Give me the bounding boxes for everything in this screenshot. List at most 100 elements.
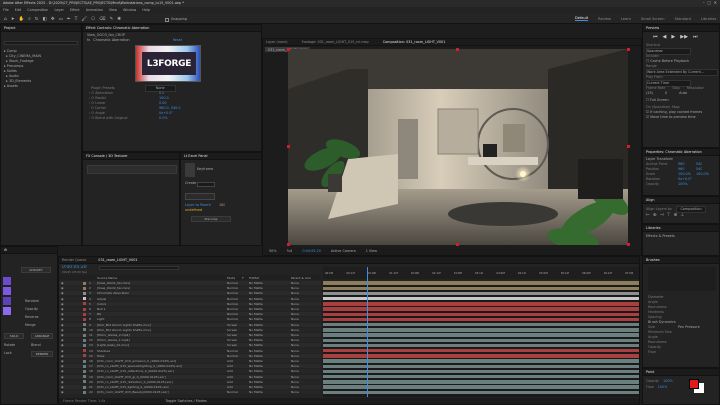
- align-target-dropdown[interactable]: Composition: [676, 206, 706, 213]
- layer-trkmat-dropdown[interactable]: No Matte: [249, 385, 263, 389]
- layer-parent-dropdown[interactable]: None: [291, 328, 299, 332]
- layer-mode-dropdown[interactable]: Screen: [227, 323, 237, 327]
- layer-duration-bar[interactable]: [323, 297, 639, 301]
- layer-parent-dropdown[interactable]: None: [291, 390, 299, 394]
- menu-file[interactable]: File: [3, 8, 9, 13]
- layer-mode-dropdown[interactable]: Normal: [227, 307, 238, 311]
- toggle-switches-modes[interactable]: Toggle Switches / Modes: [165, 399, 206, 404]
- transform-handle[interactable]: [627, 48, 630, 51]
- workspace-review[interactable]: Review: [598, 17, 611, 21]
- composition-timecode[interactable]: 0:00:05:20: [302, 249, 321, 254]
- next-frame-icon[interactable]: ▶▶: [680, 34, 688, 40]
- first-frame-icon[interactable]: ⏮: [653, 34, 658, 40]
- layer-mode-dropdown[interactable]: Normal: [227, 297, 238, 301]
- timeline-layer-row[interactable]: ◉ 20 [031_ro_LIGHT_015_refraction_0_(0000-…: [59, 379, 321, 384]
- layer-trkmat-dropdown[interactable]: No Matte: [249, 354, 263, 358]
- layer-parent-dropdown[interactable]: None: [291, 302, 299, 306]
- visibility-eye-icon[interactable]: ◉: [61, 323, 64, 327]
- visibility-eye-icon[interactable]: ◉: [61, 338, 64, 342]
- layer-parent-dropdown[interactable]: None: [291, 385, 299, 389]
- menu-view[interactable]: View: [109, 8, 117, 13]
- timeline-layer-row[interactable]: ◉ 17 [031_ro_LIGHT_015_specularlighting_0_…: [59, 364, 321, 369]
- layer-label-color[interactable]: [83, 359, 86, 363]
- scale-y[interactable]: 100.0%: [696, 172, 709, 177]
- snapping-checkbox[interactable]: [165, 17, 169, 22]
- layer-trkmat-dropdown[interactable]: No Matte: [249, 286, 263, 290]
- layer-parent-dropdown[interactable]: None: [291, 281, 299, 285]
- layer-duration-bar[interactable]: [323, 338, 639, 342]
- transform-handle[interactable]: [287, 243, 290, 246]
- size-dropdown[interactable]: Pen Pressure: [678, 325, 700, 330]
- visibility-eye-icon[interactable]: ◉: [61, 369, 64, 373]
- layer-source-name[interactable]: [031_ro_LIGHT_015_reflections_0_(0000-01…: [97, 369, 174, 373]
- visibility-eye-icon[interactable]: ◉: [61, 286, 64, 290]
- align-bottom-icon[interactable]: ⊥: [680, 213, 684, 218]
- layer-trkmat-dropdown[interactable]: No Matte: [249, 281, 263, 285]
- render-button[interactable]: RENDER: [31, 351, 53, 357]
- layer-duration-bar[interactable]: [323, 307, 639, 311]
- resolution-dropdown[interactable]: Full: [287, 249, 293, 254]
- layer-parent-dropdown[interactable]: None: [291, 307, 299, 311]
- layer-duration-bar[interactable]: [323, 281, 639, 285]
- layer-duration-bar[interactable]: [323, 359, 639, 363]
- snapping-toggle[interactable]: Snapping: [165, 17, 187, 22]
- purple-swatch[interactable]: [3, 297, 11, 305]
- tab-excel-panel[interactable]: Lt Excel Panel: [184, 154, 208, 158]
- roto-tool-icon[interactable]: ✎: [109, 17, 113, 22]
- layer-mode-dropdown[interactable]: Screen: [227, 343, 237, 347]
- layer-label-color[interactable]: [83, 302, 86, 306]
- layer-label-color[interactable]: [83, 349, 86, 353]
- layer-duration-bar[interactable]: [323, 317, 639, 322]
- layer-mode-dropdown[interactable]: Screen: [227, 333, 237, 337]
- visibility-eye-icon[interactable]: ◉: [61, 375, 64, 379]
- layer-mode-dropdown[interactable]: Normal: [227, 312, 238, 316]
- timeline-search-input[interactable]: [99, 266, 179, 270]
- layer-parent-dropdown[interactable]: None: [291, 286, 299, 290]
- layer-duration-bar[interactable]: [323, 328, 639, 332]
- layer-source-name[interactable]: Adjust: [97, 297, 106, 301]
- workspace-libraries[interactable]: Libraries: [701, 17, 717, 21]
- workspace-default[interactable]: Default: [575, 16, 589, 21]
- layer-source-name[interactable]: [031_room_LIGHT_015_gi_0_(0000-0125).exr…: [97, 375, 166, 379]
- workspace-standard[interactable]: Standard: [675, 17, 691, 21]
- timeline-layer-row[interactable]: ◉ 4 Adjust Normal No Matte None: [59, 296, 321, 301]
- visibility-eye-icon[interactable]: ◉: [61, 291, 64, 295]
- col-mode[interactable]: Mode: [227, 276, 235, 280]
- layer-source-name[interactable]: [Micro_Glares_2.mp4]: [97, 333, 130, 337]
- layer-trkmat-dropdown[interactable]: No Matte: [249, 328, 263, 332]
- layer-mode-dropdown[interactable]: Normal: [227, 291, 238, 295]
- layer-source-name[interactable]: [Micro_Glares_1.mp4]: [97, 338, 130, 342]
- layer-mode-dropdown[interactable]: Normal: [227, 354, 238, 358]
- layer-mode-dropdown[interactable]: Screen: [227, 328, 237, 332]
- layer-source-name[interactable]: [View_OGO2_fav.mov]: [97, 286, 130, 290]
- camera-tool-icon[interactable]: ◧: [43, 17, 47, 22]
- layer-parent-dropdown[interactable]: None: [291, 364, 299, 368]
- layer-source-name[interactable]: Colors: [97, 302, 106, 306]
- layer-trkmat-dropdown[interactable]: No Matte: [249, 302, 263, 306]
- layer-source-name[interactable]: [Light_leaks_01.mov]: [97, 343, 129, 347]
- timeline-layer-row[interactable]: ◉ 21 [031_ro_LIGHT_015_lighting_0_(0000-01…: [59, 385, 321, 389]
- layer-source-name[interactable]: [DLC_Mid Gloom Lights Shafts.mov]: [97, 323, 151, 327]
- camera-dropdown[interactable]: Active Camera: [331, 249, 356, 254]
- layer-mode-dropdown[interactable]: Normal: [227, 286, 238, 290]
- layer-label-color[interactable]: [83, 380, 86, 384]
- timeline-layer-row[interactable]: ◉ 11 [Micro_Glares_2.mp4] Screen No Matte Non…: [59, 333, 321, 337]
- param-blend-value[interactable]: 0.0%: [159, 116, 168, 121]
- transform-handle[interactable]: [627, 145, 630, 148]
- layer-label-color[interactable]: [83, 286, 86, 290]
- hand-tool-icon[interactable]: ✋: [19, 17, 25, 22]
- layer-trkmat-dropdown[interactable]: No Matte: [249, 375, 263, 379]
- layer-duration-bar[interactable]: [323, 369, 639, 374]
- layer-source-name[interactable]: Haze: [97, 354, 105, 358]
- zoom-dropdown[interactable]: 50%: [269, 249, 277, 254]
- transform-handle[interactable]: [287, 145, 290, 148]
- layer-trkmat-dropdown[interactable]: No Matte: [249, 312, 263, 316]
- composition-canvas[interactable]: [288, 49, 628, 245]
- col-source-name[interactable]: Source Name: [97, 276, 117, 280]
- puppet-tool-icon[interactable]: ✱: [117, 17, 121, 22]
- layer-trkmat-dropdown[interactable]: No Matte: [249, 380, 263, 384]
- tab-footage[interactable]: Footage: 031_room_LIGHT_015_rcl.mov: [302, 40, 369, 44]
- tab-composition[interactable]: Composition: 031_room_LIGHT_V001: [383, 40, 446, 44]
- layer-label-color[interactable]: [83, 364, 86, 368]
- menu-layer[interactable]: Layer: [54, 8, 63, 13]
